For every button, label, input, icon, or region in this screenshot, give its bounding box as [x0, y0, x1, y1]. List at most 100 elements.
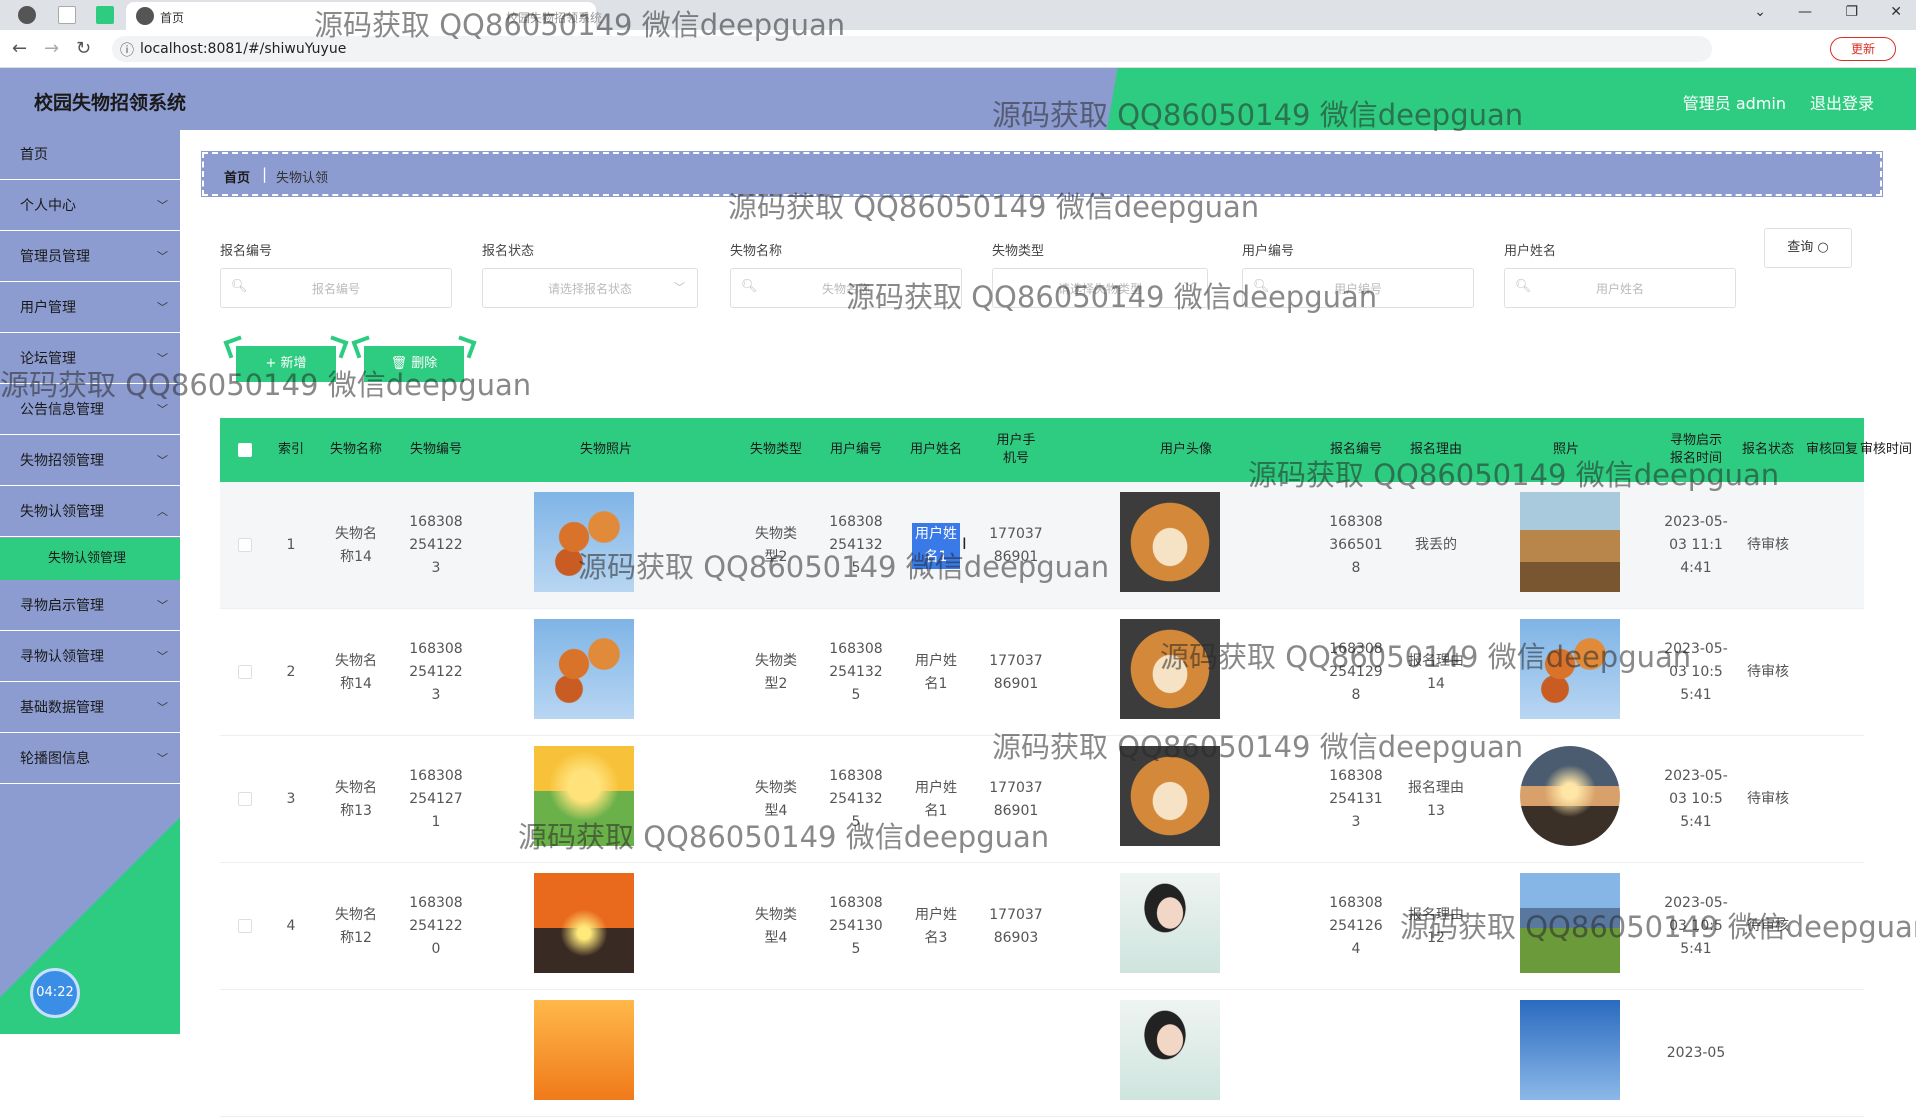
row-checkbox[interactable] [238, 919, 252, 933]
cell-time: 2023-05-03 11:14:41 [1664, 514, 1728, 576]
sidebar-item-seek-claims[interactable]: 寻物认领管理 ﹀ [0, 632, 180, 682]
cell-type: 失物类型2 [755, 652, 797, 692]
watermark: 源码获取 QQ86050149 微信deepguan [1160, 640, 1692, 674]
forward-icon[interactable]: → [44, 38, 59, 59]
cell-status: 待审核 [1747, 537, 1789, 553]
address-bar: ← → ↻ ⓘ localhost:8081/#/shiwuYuyue 更新 [0, 30, 1916, 68]
cell-status: 待审核 [1747, 664, 1789, 680]
sidebar-item-seek-notices[interactable]: 寻物启示管理 ﹀ [0, 581, 180, 631]
update-button[interactable]: 更新 [1830, 37, 1896, 61]
apply-photo[interactable] [1520, 1000, 1620, 1100]
logout-button[interactable]: 退出登录 [1810, 90, 1874, 114]
chevron-down-icon: ﹀ [157, 250, 168, 263]
chevron-down-icon: ﹀ [157, 454, 168, 467]
input-placeholder: 用户姓名 [1595, 282, 1644, 296]
sidebar-item-label: 管理员管理 [20, 249, 90, 265]
item-photo[interactable] [534, 619, 634, 719]
sidebar-subitem-claims-manage[interactable]: 失物认领管理 [0, 538, 180, 580]
browser-tab-bar: 首页 校园失物招领系统 ⌄ — ❐ ✕ [0, 0, 1916, 30]
sidebar-item-label: 轮播图信息 [20, 751, 90, 767]
user-avatar[interactable] [1120, 873, 1220, 973]
user-avatar[interactable] [1120, 492, 1220, 592]
item-photo[interactable] [534, 1000, 634, 1100]
apply-photo[interactable] [1520, 492, 1620, 592]
apply-no-input[interactable]: 🔍︎ 报名编号 [220, 268, 452, 308]
filter-label: 失物名称 [730, 244, 783, 259]
tab-title: 首页 [160, 11, 185, 25]
cell-reason [1396, 990, 1476, 1117]
filter-label: 报名状态 [482, 244, 535, 259]
select-all-checkbox[interactable] [238, 443, 252, 457]
clock-widget: 04:22 [30, 968, 80, 1018]
globe-icon [136, 7, 154, 25]
chevron-down-icon[interactable]: ⌄ [1754, 4, 1766, 20]
cell-status: 待审核 [1747, 791, 1789, 807]
chevron-down-icon: ﹀ [157, 301, 168, 314]
info-icon[interactable]: ⓘ [120, 40, 134, 60]
chevron-down-icon: ﹀ [157, 199, 168, 212]
cell-phone: 17703786901 [989, 652, 1043, 692]
table-row[interactable]: 2023-05 [220, 990, 1864, 1117]
sidebar-item-profile[interactable]: 个人中心 ﹀ [0, 181, 180, 231]
filter-label: 用户姓名 [1504, 244, 1557, 259]
apply-status-select[interactable]: 请选择报名状态 ﹀ [482, 268, 698, 308]
close-icon[interactable]: ✕ [1890, 4, 1902, 20]
cell-phone [976, 990, 1056, 1117]
row-checkbox[interactable] [238, 665, 252, 679]
watermark: 源码获取 QQ86050149 微信deepguan [314, 8, 846, 42]
sidebar-item-base-data[interactable]: 基础数据管理 ﹀ [0, 683, 180, 733]
column-header: 审核时间 [1860, 442, 1913, 457]
sidebar-item-claims[interactable]: 失物认领管理 ︿ [0, 487, 180, 537]
watermark: 源码获取 QQ86050149 微信deepguan [518, 820, 1050, 854]
sidebar-item-carousel[interactable]: 轮播图信息 ﹀ [0, 734, 180, 784]
chevron-down-icon: ﹀ [674, 281, 685, 294]
current-user: 管理员 admin [1682, 94, 1786, 113]
back-icon[interactable]: ← [12, 38, 27, 59]
cell-no: 1683082541220 [409, 895, 463, 957]
apply-photo[interactable] [1520, 746, 1620, 846]
filter-label: 报名编号 [220, 244, 273, 259]
cell-user-name [896, 990, 976, 1117]
cell-apply-no: 1683083665018 [1329, 514, 1383, 576]
row-checkbox[interactable] [238, 792, 252, 806]
restore-icon[interactable]: ❐ [1845, 4, 1858, 20]
user-name-input[interactable]: 🔍︎ 用户姓名 [1504, 268, 1736, 308]
watermark: 源码获取 QQ86050149 微信deepguan [0, 368, 532, 402]
item-photo[interactable] [534, 873, 634, 973]
cell-user-no: 1683082541305 [829, 895, 883, 957]
query-button[interactable]: 查询 ○ [1764, 228, 1852, 268]
breadcrumb-home[interactable]: 首页 [224, 167, 250, 186]
blank-tab-icon[interactable] [58, 6, 76, 24]
row-checkbox[interactable] [238, 538, 252, 552]
cell-idx: 2 [286, 664, 296, 680]
sidebar: 首页 个人中心 ﹀ 管理员管理 ﹀ 用户管理 ﹀ 论坛管理 ﹀ 公告信息管理 ﹀ 失物招领… [0, 130, 180, 1034]
sidebar-item-lost-found[interactable]: 失物招领管理 ﹀ [0, 436, 180, 486]
sidebar-item-home[interactable]: 首页 [0, 130, 180, 180]
cell-no: 1683082541223 [409, 514, 463, 576]
cell-apply-no [1316, 990, 1396, 1117]
column-header: 失物名称 [329, 442, 382, 457]
cell-user-no [816, 990, 896, 1117]
chrome-icon[interactable] [18, 6, 36, 24]
sidebar-item-label: 个人中心 [20, 198, 76, 214]
minimize-icon[interactable]: — [1798, 4, 1812, 20]
filter-label: 失物类型 [992, 244, 1045, 259]
breadcrumb-separator: | [262, 165, 268, 183]
cell-idx [266, 990, 316, 1117]
vue-tab-icon[interactable] [96, 6, 114, 24]
watermark: 源码获取 QQ86050149 微信deepguan [1248, 458, 1780, 492]
cell-status [1736, 990, 1800, 1117]
reload-icon[interactable]: ↻ [76, 38, 91, 59]
sidebar-item-users[interactable]: 用户管理 ﹀ [0, 283, 180, 333]
cell-user-no: 1683082541325 [829, 641, 883, 703]
sidebar-item-label: 基础数据管理 [20, 700, 104, 716]
sidebar-item-label: 寻物认领管理 [20, 649, 104, 665]
column-header: 失物类型 [749, 442, 802, 457]
user-avatar[interactable] [1120, 1000, 1220, 1100]
input-placeholder: 报名编号 [311, 282, 360, 296]
cell-time: 2023-05 [1666, 1045, 1726, 1061]
sidebar-item-admins[interactable]: 管理员管理 ﹀ [0, 232, 180, 282]
column-header: 失物编号 [409, 442, 462, 457]
sidebar-item-label: 失物招领管理 [20, 453, 104, 469]
cell-type: 失物类型4 [755, 906, 797, 946]
